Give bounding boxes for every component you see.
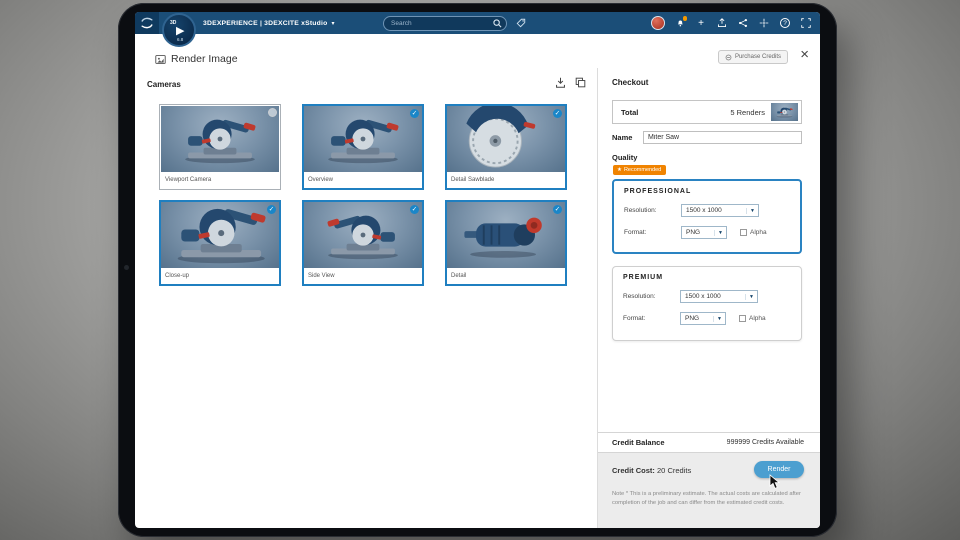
format-select[interactable]: PNG ▼ — [681, 226, 727, 239]
camera-thumbnail — [161, 106, 279, 172]
chevron-down-icon: ▼ — [746, 207, 758, 214]
resolution-select[interactable]: 1500 x 1000 ▼ — [681, 204, 759, 217]
add-icon[interactable]: + — [695, 17, 707, 29]
camera-card-side-view[interactable]: Side View ✓ — [302, 200, 424, 286]
play-icon: ▶ — [176, 25, 185, 37]
notification-dot — [682, 16, 687, 21]
purchase-credits-button[interactable]: Purchase Credits — [717, 50, 788, 64]
camera-label: Overview — [304, 172, 422, 188]
checkout-footer: Credit Cost: 20 Credits Render Note * Th… — [598, 453, 820, 528]
dialog-title: Render Image — [171, 53, 238, 65]
credits-icon — [725, 54, 732, 60]
cameras-toolbar — [555, 77, 586, 88]
camera-label: Detail Sawblade — [447, 172, 565, 188]
camera-label: Close-up — [161, 268, 279, 284]
tier-name: PREMIUM — [623, 274, 664, 281]
camera-label: Viewport Camera — [161, 172, 279, 188]
quality-label: Quality — [612, 153, 638, 162]
star-icon: ★ — [617, 167, 622, 173]
name-row: Name — [612, 131, 802, 144]
resolution-label: Resolution: — [623, 293, 656, 300]
user-avatar[interactable] — [651, 16, 665, 30]
device-camera-dot — [124, 265, 129, 270]
total-summary: Total 5 Renders — [612, 100, 802, 124]
chevron-down-icon: ▼ — [713, 315, 725, 322]
credit-balance-label: Credit Balance — [612, 438, 665, 447]
camera-card-detail[interactable]: Detail ✓ — [445, 200, 567, 286]
app-title[interactable]: 3DEXPERIENCE | 3DEXCITE xStudio ▾ — [203, 12, 335, 34]
camera-thumbnail — [447, 106, 565, 172]
tier-name: PROFESSIONAL — [624, 188, 692, 195]
camera-grid: Viewport Camera Overview ✓ Detail Sawbla… — [159, 104, 567, 286]
camera-label: Detail — [447, 268, 565, 284]
alpha-checkbox[interactable] — [740, 229, 747, 236]
resolution-label: Resolution: — [624, 207, 657, 214]
format-select[interactable]: PNG ▼ — [680, 312, 726, 325]
duplicate-icon[interactable] — [575, 77, 586, 88]
name-label: Name — [612, 133, 633, 142]
dialog-title-row: Render Image — [155, 53, 238, 65]
app-badge-version: 6.8 — [177, 37, 184, 42]
notifications-bell-icon[interactable] — [674, 16, 687, 29]
camera-label: Side View — [304, 268, 422, 284]
chevron-down-icon: ▼ — [714, 229, 726, 236]
help-icon[interactable]: ? — [779, 17, 791, 29]
app-screen: 3DEXPERIENCE | 3DEXCITE xStudio ▾ Search… — [135, 12, 820, 528]
close-icon[interactable]: × — [800, 47, 809, 62]
camera-card-overview[interactable]: Overview ✓ — [302, 104, 424, 190]
camera-unselected-icon[interactable] — [268, 108, 277, 117]
recommended-badge: ★ Recommended — [613, 165, 667, 175]
tablet-frame: 3DEXPERIENCE | 3DEXCITE xStudio ▾ Search… — [118, 3, 837, 537]
topbar: 3DEXPERIENCE | 3DEXCITE xStudio ▾ Search… — [135, 12, 820, 47]
total-thumbnail — [771, 103, 798, 121]
download-icon[interactable] — [555, 77, 566, 88]
camera-card-close-up[interactable]: Close-up ✓ — [159, 200, 281, 286]
format-label: Format: — [623, 315, 646, 322]
camera-card-detail-sawblade[interactable]: Detail Sawblade ✓ — [445, 104, 567, 190]
camera-thumbnail — [304, 106, 422, 172]
credit-cost: Credit Cost: 20 Credits — [612, 466, 692, 475]
credit-balance-row: Credit Balance 999999 Credits Available — [598, 432, 820, 453]
checkout-heading: Checkout — [612, 78, 649, 87]
camera-selected-icon[interactable]: ✓ — [410, 109, 419, 118]
topbar-actions: + ? — [651, 12, 812, 34]
alpha-label: Alpha — [749, 315, 766, 322]
cameras-heading: Cameras — [147, 80, 181, 89]
camera-selected-icon[interactable]: ✓ — [267, 205, 276, 214]
fullscreen-icon[interactable] — [800, 17, 812, 29]
magic-wand-icon[interactable] — [758, 17, 770, 29]
camera-thumbnail — [161, 202, 279, 268]
tier-premium[interactable]: PREMIUM Resolution: 1500 x 1000 ▼ Format… — [612, 266, 802, 341]
chevron-down-icon: ▾ — [331, 20, 335, 27]
render-image-icon — [155, 54, 166, 64]
search-box — [383, 15, 507, 31]
name-input[interactable] — [643, 131, 802, 144]
camera-thumbnail — [304, 202, 422, 268]
mouse-cursor — [769, 474, 781, 489]
tier-professional[interactable]: PROFESSIONAL Resolution: 1500 x 1000 ▼ F… — [612, 179, 802, 254]
search-icon[interactable] — [493, 18, 502, 28]
credit-balance-value: 999999 Credits Available — [726, 439, 804, 446]
export-icon[interactable] — [716, 17, 728, 29]
camera-selected-icon[interactable]: ✓ — [553, 109, 562, 118]
resolution-select[interactable]: 1500 x 1000 ▼ — [680, 290, 758, 303]
desktop-background: 3DEXPERIENCE | 3DEXCITE xStudio ▾ Search… — [0, 0, 960, 540]
total-label: Total — [621, 107, 639, 117]
camera-card-viewport[interactable]: Viewport Camera — [159, 104, 281, 190]
total-value: 5 Renders — [730, 107, 765, 117]
share-icon[interactable] — [737, 17, 749, 29]
3ds-logo-icon[interactable] — [135, 12, 159, 34]
estimate-note: Note * This is a preliminary estimate. T… — [612, 491, 801, 506]
alpha-checkbox[interactable] — [739, 315, 746, 322]
camera-thumbnail — [447, 202, 565, 268]
alpha-label: Alpha — [750, 229, 767, 236]
xstudio-app-icon[interactable]: 3D ▶ 6.8 — [162, 13, 196, 47]
camera-selected-icon[interactable]: ✓ — [553, 205, 562, 214]
app-title-label: 3DEXPERIENCE | 3DEXCITE xStudio — [203, 19, 328, 27]
format-label: Format: — [624, 229, 647, 236]
chevron-down-icon: ▼ — [745, 293, 757, 300]
tag-icon[interactable] — [516, 18, 526, 28]
search-input[interactable] — [391, 19, 493, 27]
camera-selected-icon[interactable]: ✓ — [410, 205, 419, 214]
